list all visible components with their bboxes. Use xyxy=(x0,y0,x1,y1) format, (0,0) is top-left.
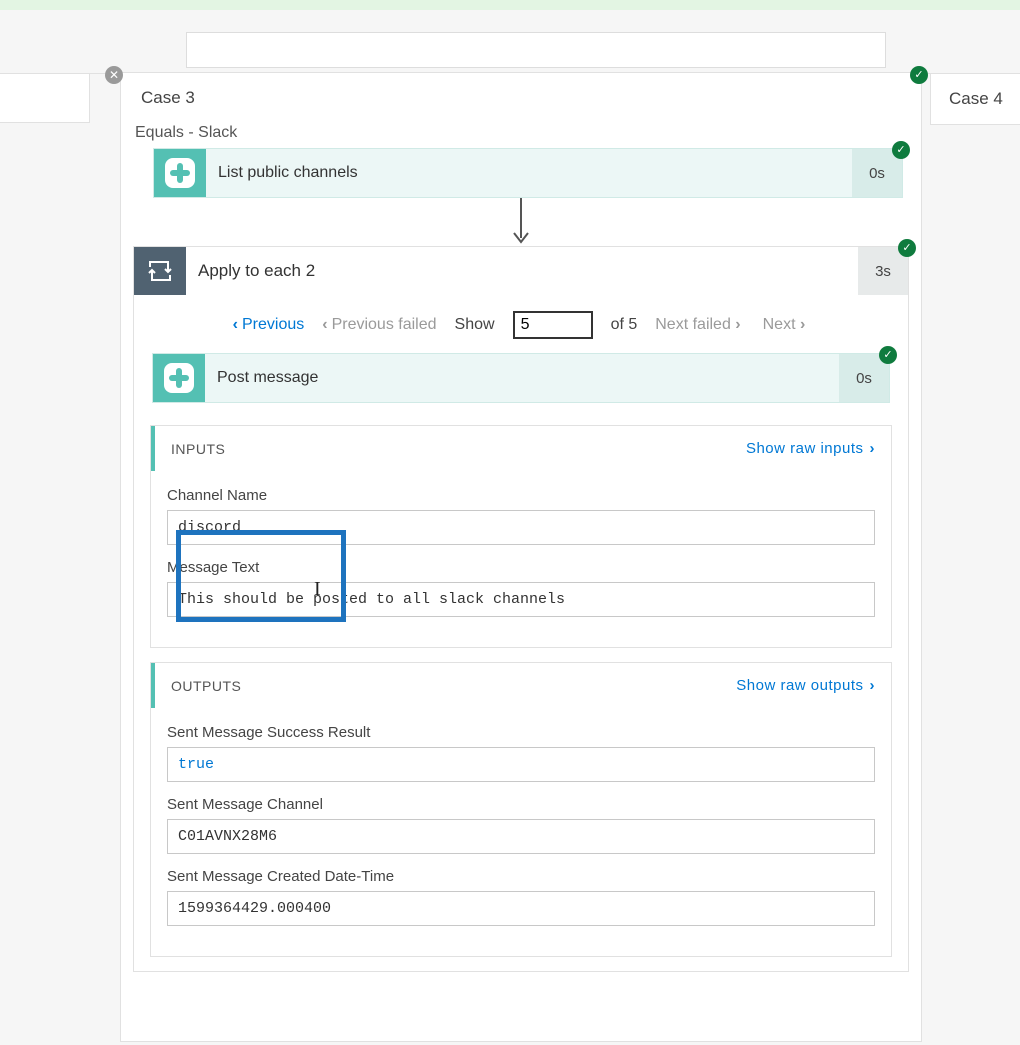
chevron-right-icon: › xyxy=(870,677,876,694)
field-label-sent-channel: Sent Message Channel xyxy=(167,796,875,813)
chevron-right-icon: › xyxy=(735,316,740,333)
field-label-message-text: Message Text xyxy=(167,559,875,576)
show-raw-outputs-link[interactable]: Show raw outputs › xyxy=(736,677,875,694)
show-raw-inputs-link[interactable]: Show raw inputs › xyxy=(746,440,875,457)
slack-icon xyxy=(153,354,205,402)
success-badge-icon: ✓ xyxy=(892,141,910,159)
field-value-channel-name[interactable] xyxy=(167,510,875,545)
outputs-title: OUTPUTS xyxy=(171,678,241,694)
loop-label: Apply to each 2 xyxy=(186,247,858,295)
loop-icon xyxy=(134,247,186,295)
pager-current-input[interactable] xyxy=(513,311,593,339)
pager-previous-failed[interactable]: ‹Previous failed xyxy=(322,316,436,334)
close-icon[interactable]: ✕ xyxy=(105,66,123,84)
pager: ‹Previous ‹Previous failed Show of 5 Nex… xyxy=(134,295,908,353)
apply-to-each-block: ✓ Apply to each 2 3s ‹Previous xyxy=(133,246,909,972)
inputs-title: INPUTS xyxy=(171,441,225,457)
outputs-header: OUTPUTS Show raw outputs › xyxy=(151,663,891,708)
field-value-message-text[interactable] xyxy=(167,582,875,617)
previous-block-placeholder xyxy=(186,32,886,68)
loop-header[interactable]: Apply to each 2 3s xyxy=(134,247,908,295)
pager-next[interactable]: Next › xyxy=(763,316,810,334)
chevron-left-icon: ‹ xyxy=(233,316,238,333)
action-label: List public channels xyxy=(206,149,852,197)
chevron-left-icon: ‹ xyxy=(322,316,327,333)
outputs-card: OUTPUTS Show raw outputs › Sent Message … xyxy=(150,662,892,957)
field-value-created-datetime[interactable] xyxy=(167,891,875,926)
field-label-created-datetime: Sent Message Created Date-Time xyxy=(167,868,875,885)
inputs-header: INPUTS Show raw inputs › xyxy=(151,426,891,471)
success-badge-icon: ✓ xyxy=(879,346,897,364)
pager-previous[interactable]: ‹Previous xyxy=(233,316,305,334)
success-badge-icon: ✓ xyxy=(910,66,928,84)
pager-of-label: of 5 xyxy=(611,316,638,334)
field-value-success-result[interactable]: true xyxy=(167,747,875,782)
action-label: Post message xyxy=(205,354,839,402)
pager-next-failed[interactable]: Next failed › xyxy=(655,316,744,334)
inputs-card: INPUTS Show raw inputs › Channel Name Me… xyxy=(150,425,892,648)
field-label-channel-name: Channel Name xyxy=(167,487,875,504)
top-green-bar xyxy=(0,0,1020,10)
success-badge-icon: ✓ xyxy=(898,239,916,257)
action-list-public-channels[interactable]: ✓ List public channels 0s xyxy=(153,148,903,198)
field-value-sent-channel[interactable] xyxy=(167,819,875,854)
case-title: Case 4 xyxy=(949,89,1003,108)
case-title: Case 3 xyxy=(121,73,921,118)
condition-label: Equals - Slack xyxy=(121,118,921,148)
chevron-right-icon: › xyxy=(870,440,876,457)
case-card-right[interactable]: Case 4 xyxy=(930,73,1020,125)
pager-show-label: Show xyxy=(455,316,495,334)
connector-arrow xyxy=(121,198,921,246)
chevron-right-icon: › xyxy=(800,316,805,333)
field-label-success-result: Sent Message Success Result xyxy=(167,724,875,741)
canvas: Case 4 ✕ ✓ Case 3 Equals - Slack ✓ List … xyxy=(0,10,1020,1045)
case-card-left[interactable] xyxy=(0,73,90,123)
action-post-message[interactable]: ✓ Post message 0s xyxy=(152,353,890,403)
case-panel: Case 3 Equals - Slack ✓ List public chan… xyxy=(120,72,922,1042)
slack-icon xyxy=(154,149,206,197)
